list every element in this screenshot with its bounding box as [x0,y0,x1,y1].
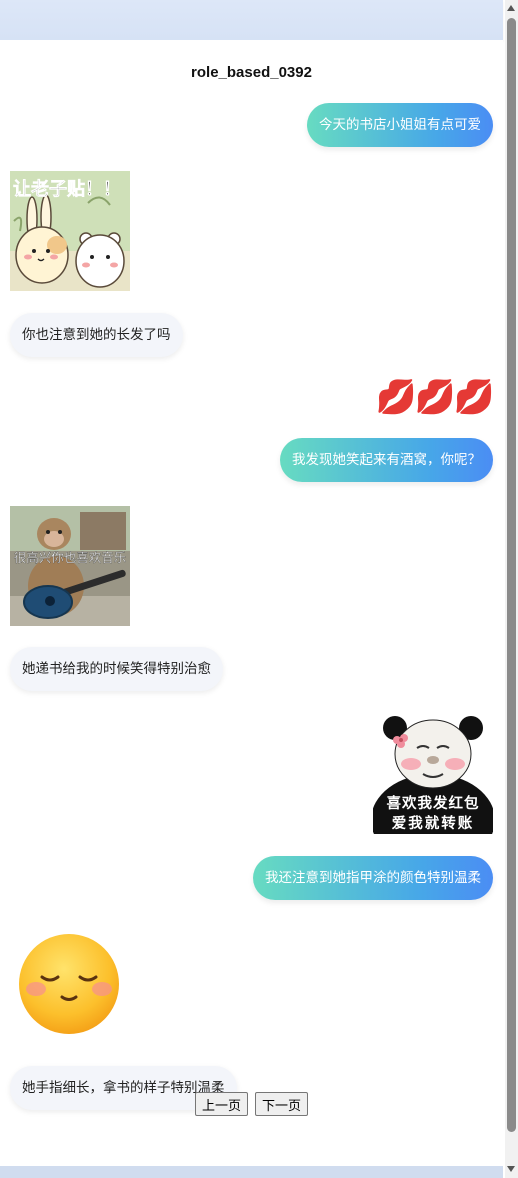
chat-bubble-sent: 今天的书店小姐姐有点可爱 [307,103,493,147]
next-page-button[interactable]: 下一页 [255,1092,309,1116]
chat-bubble-sent: 我发现她笑起来有酒窝，你呢？ [280,438,493,482]
vertical-scrollbar[interactable] [505,0,518,1178]
sticker-caption-line-1: 喜欢我发红包 [387,794,480,812]
sticker-caption: 让老子贴！！ [13,178,121,200]
chat-card: role_based_0392 今天的书店小姐姐有点可爱 让老子贴！！ 你也注意… [0,40,503,1166]
monkey-guitar-sticker: 很高兴你也喜欢音乐 [10,506,130,626]
chat-bubble-received: 你也注意到她的长发了吗 [10,313,183,357]
scrollbar-thumb[interactable] [507,18,516,1132]
top-band [0,0,503,40]
rabbit-bear-sticker: 让老子贴！！ [10,171,130,291]
chat-bubble-sent: 我还注意到她指甲涂的颜色特别温柔 [253,856,493,900]
scroll-down-arrow-icon[interactable] [507,1166,515,1172]
scroll-up-arrow-icon[interactable] [507,5,515,11]
page-title: role_based_0392 [191,64,312,81]
sticker-caption-line-2: 爱我就转账 [392,814,475,832]
bottom-band [0,1166,503,1178]
pagination: 上一页 下一页 [0,1092,503,1116]
prev-page-button[interactable]: 上一页 [194,1092,248,1116]
blushing-smile-emoji-sticker [10,925,130,1045]
chat-bubble-received: 她递书给我的时候笑得特别治愈 [10,647,223,691]
sticker-caption: 很高兴你也喜欢音乐 [14,550,127,565]
kiss-emoji-message: 💋💋💋 [375,377,495,416]
panda-face-sticker: 喜欢我发红包 爱我就转账 [373,714,493,834]
